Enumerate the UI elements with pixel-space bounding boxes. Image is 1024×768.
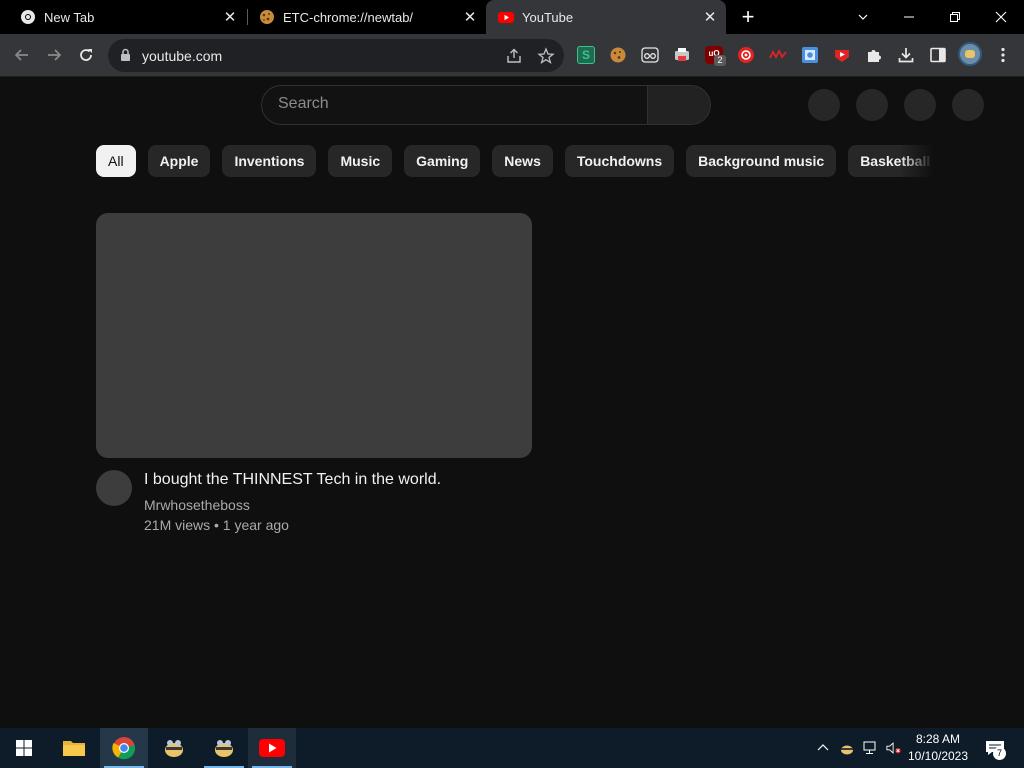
restore-button[interactable] <box>932 0 978 34</box>
tab-title: YouTube <box>522 9 574 25</box>
voice-search-button[interactable] <box>808 89 840 121</box>
channel-avatar[interactable] <box>96 470 132 506</box>
tab-title: ETC-chrome://newtab/ <box>283 9 414 25</box>
app-taskbar-button-1[interactable] <box>150 728 198 768</box>
chip-music[interactable]: Music <box>328 145 393 177</box>
share-icon[interactable] <box>505 47 523 65</box>
chrome-taskbar-button[interactable] <box>100 728 148 768</box>
tab-etc[interactable]: ETC-chrome://newtab/ ✕ <box>239 0 486 34</box>
mascot-icon <box>215 740 233 757</box>
mascot-icon <box>165 740 183 757</box>
chip-all[interactable]: All <box>96 145 136 177</box>
cookie-extension-icon[interactable] <box>609 46 627 64</box>
chrome-icon <box>21 10 35 24</box>
arrow-right-icon <box>48 49 62 61</box>
url-text: youtube.com <box>142 48 223 64</box>
reload-icon <box>80 49 92 61</box>
chip-news[interactable]: News <box>492 145 553 177</box>
chips-fade-overlay <box>900 145 942 177</box>
minimize-button[interactable] <box>886 0 932 34</box>
close-tab-icon[interactable]: ✕ <box>222 9 238 26</box>
search-button[interactable] <box>647 85 711 125</box>
close-tab-icon[interactable]: ✕ <box>462 9 478 26</box>
more-menu-icon[interactable] <box>994 46 1012 64</box>
red-circle-extension-icon[interactable] <box>737 46 755 64</box>
extension-badge: 2 <box>714 55 726 66</box>
lock-icon <box>121 48 130 61</box>
tab-youtube[interactable]: YouTube ✕ <box>486 0 726 34</box>
tray-mascot-icon[interactable] <box>839 740 855 756</box>
tab-new-tab[interactable]: New Tab ✕ <box>0 0 246 34</box>
close-window-button[interactable] <box>978 0 1024 34</box>
create-button[interactable] <box>856 89 888 121</box>
forward-button[interactable] <box>42 43 66 67</box>
account-avatar[interactable] <box>952 89 984 121</box>
star-icon[interactable] <box>537 47 555 65</box>
extension-s-icon[interactable]: S <box>577 46 595 64</box>
volume-muted-icon[interactable] <box>886 740 902 756</box>
tab-strip: New Tab ✕ ETC-chrome://newtab/ ✕ YouTube… <box>0 0 1024 34</box>
system-clock[interactable]: 8:28 AM 10/10/2023 <box>904 731 972 765</box>
folder-icon <box>63 741 85 756</box>
windows-logo-icon <box>16 740 32 756</box>
chrome-icon <box>112 737 136 760</box>
back-button[interactable] <box>10 43 34 67</box>
download-icon[interactable] <box>897 46 915 64</box>
start-button[interactable] <box>0 728 48 768</box>
video-title[interactable]: I bought the THINNEST Tech in the world. <box>144 471 441 489</box>
youtube-extension-icon[interactable] <box>833 46 851 64</box>
sbt-extension-icon[interactable] <box>769 46 787 64</box>
chevron-up-icon[interactable] <box>815 740 831 756</box>
glasses-extension-icon[interactable] <box>641 46 659 64</box>
channel-name[interactable]: Mrwhosetheboss <box>144 497 250 513</box>
arrow-left-icon <box>14 49 28 61</box>
tab-title: New Tab <box>44 9 95 25</box>
youtube-taskbar-button[interactable] <box>248 728 296 768</box>
browser-toolbar: youtube.com S uO 2 <box>0 34 1024 77</box>
notifications-button[interactable] <box>904 89 936 121</box>
clock-date: 10/10/2023 <box>907 749 969 763</box>
chip-gaming[interactable]: Gaming <box>404 145 481 177</box>
tab-search-chevron-icon[interactable] <box>840 0 886 34</box>
notifications-icon[interactable]: 7 <box>984 740 1006 760</box>
puzzle-icon[interactable] <box>865 46 883 64</box>
translate-extension-icon[interactable] <box>801 46 819 64</box>
app-taskbar-button-2[interactable] <box>200 728 248 768</box>
search-box[interactable] <box>261 85 648 125</box>
chip-background-music[interactable]: Background music <box>686 145 837 177</box>
reload-button[interactable] <box>74 43 98 67</box>
chip-touchdowns[interactable]: Touchdowns <box>564 145 675 177</box>
youtube-icon <box>498 12 514 23</box>
search-input[interactable] <box>278 95 638 113</box>
video-thumbnail[interactable] <box>96 213 532 458</box>
windows-taskbar: 8:28 AM 10/10/2023 7 <box>0 728 1024 768</box>
chip-inventions[interactable]: Inventions <box>222 145 317 177</box>
file-explorer-button[interactable] <box>50 728 98 768</box>
profile-avatar[interactable] <box>958 42 982 66</box>
ublock-extension-icon[interactable]: uO 2 <box>705 46 726 66</box>
notification-count-badge: 7 <box>993 747 1006 760</box>
youtube-page: All Apple Inventions Music Gaming News Touchdo… <box>0 78 1024 728</box>
side-panel-icon[interactable] <box>929 46 947 64</box>
clock-time: 8:28 AM <box>915 732 961 746</box>
new-tab-button[interactable]: + <box>736 5 760 29</box>
screen: New Tab ✕ ETC-chrome://newtab/ ✕ YouTube… <box>0 0 1024 768</box>
address-bar[interactable]: youtube.com <box>108 39 564 72</box>
close-tab-icon[interactable]: ✕ <box>702 9 718 26</box>
network-icon[interactable] <box>863 740 879 756</box>
printer-extension-icon[interactable] <box>673 46 691 64</box>
category-chips: All Apple Inventions Music Gaming News Touchdo… <box>96 145 942 177</box>
youtube-icon <box>259 739 285 757</box>
cookie-icon <box>260 10 274 24</box>
chip-apple[interactable]: Apple <box>147 145 211 177</box>
video-meta: 21M views • 1 year ago <box>144 517 289 533</box>
